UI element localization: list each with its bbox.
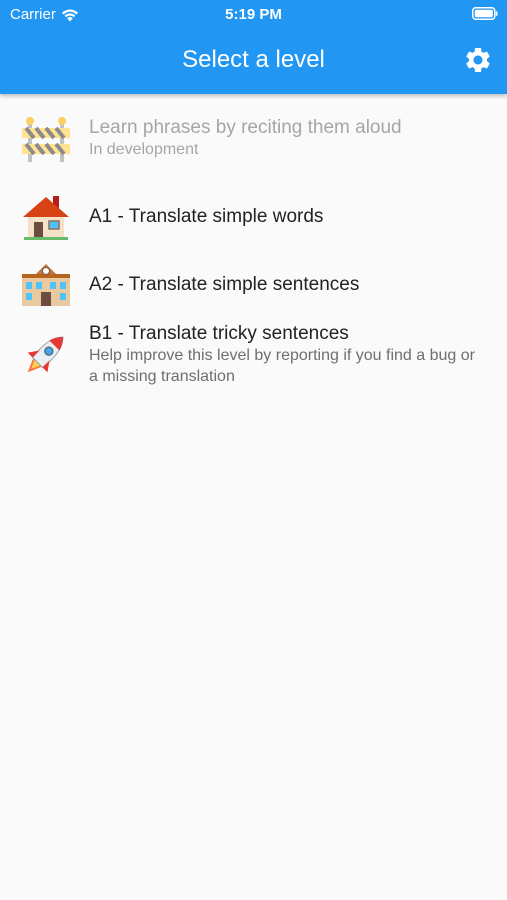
status-time: 5:19 PM <box>225 6 282 23</box>
level-title: B1 - Translate tricky sentences <box>89 322 349 344</box>
construction-barrier-icon <box>20 112 72 164</box>
status-bar: Carrier 5:19 PM <box>0 0 507 28</box>
level-title: A2 - Translate simple sentences <box>89 273 360 295</box>
level-text: Learn phrases by reciting them aloud In … <box>89 116 422 160</box>
level-title: Learn phrases by reciting them aloud <box>89 117 402 138</box>
level-title: A1 - Translate simple words <box>89 205 324 227</box>
level-list: Learn phrases by reciting them aloud In … <box>0 94 507 390</box>
gear-icon <box>466 47 490 72</box>
level-item-a2[interactable]: A2 - Translate simple sentences <box>0 250 507 318</box>
level-item-b1[interactable]: B1 - Translate tricky sentences Help imp… <box>0 318 507 390</box>
level-text: A2 - Translate simple sentences <box>89 273 379 296</box>
app-bar: Carrier 5:19 PM Select a level <box>0 0 507 94</box>
level-item-recite[interactable]: Learn phrases by reciting them aloud In … <box>0 94 507 182</box>
level-subtitle: In development <box>89 141 199 158</box>
level-item-a1[interactable]: A1 - Translate simple words <box>0 182 507 250</box>
level-subtitle: Help improve this level by reporting if … <box>89 346 475 385</box>
settings-button[interactable] <box>461 43 495 77</box>
page-title: Select a level <box>182 46 325 73</box>
school-building-icon <box>20 258 72 310</box>
rocket-icon <box>20 328 72 380</box>
level-text: A1 - Translate simple words <box>89 205 343 228</box>
level-text: B1 - Translate tricky sentences Help imp… <box>89 322 507 387</box>
battery-icon <box>472 7 498 20</box>
house-icon <box>20 190 72 242</box>
